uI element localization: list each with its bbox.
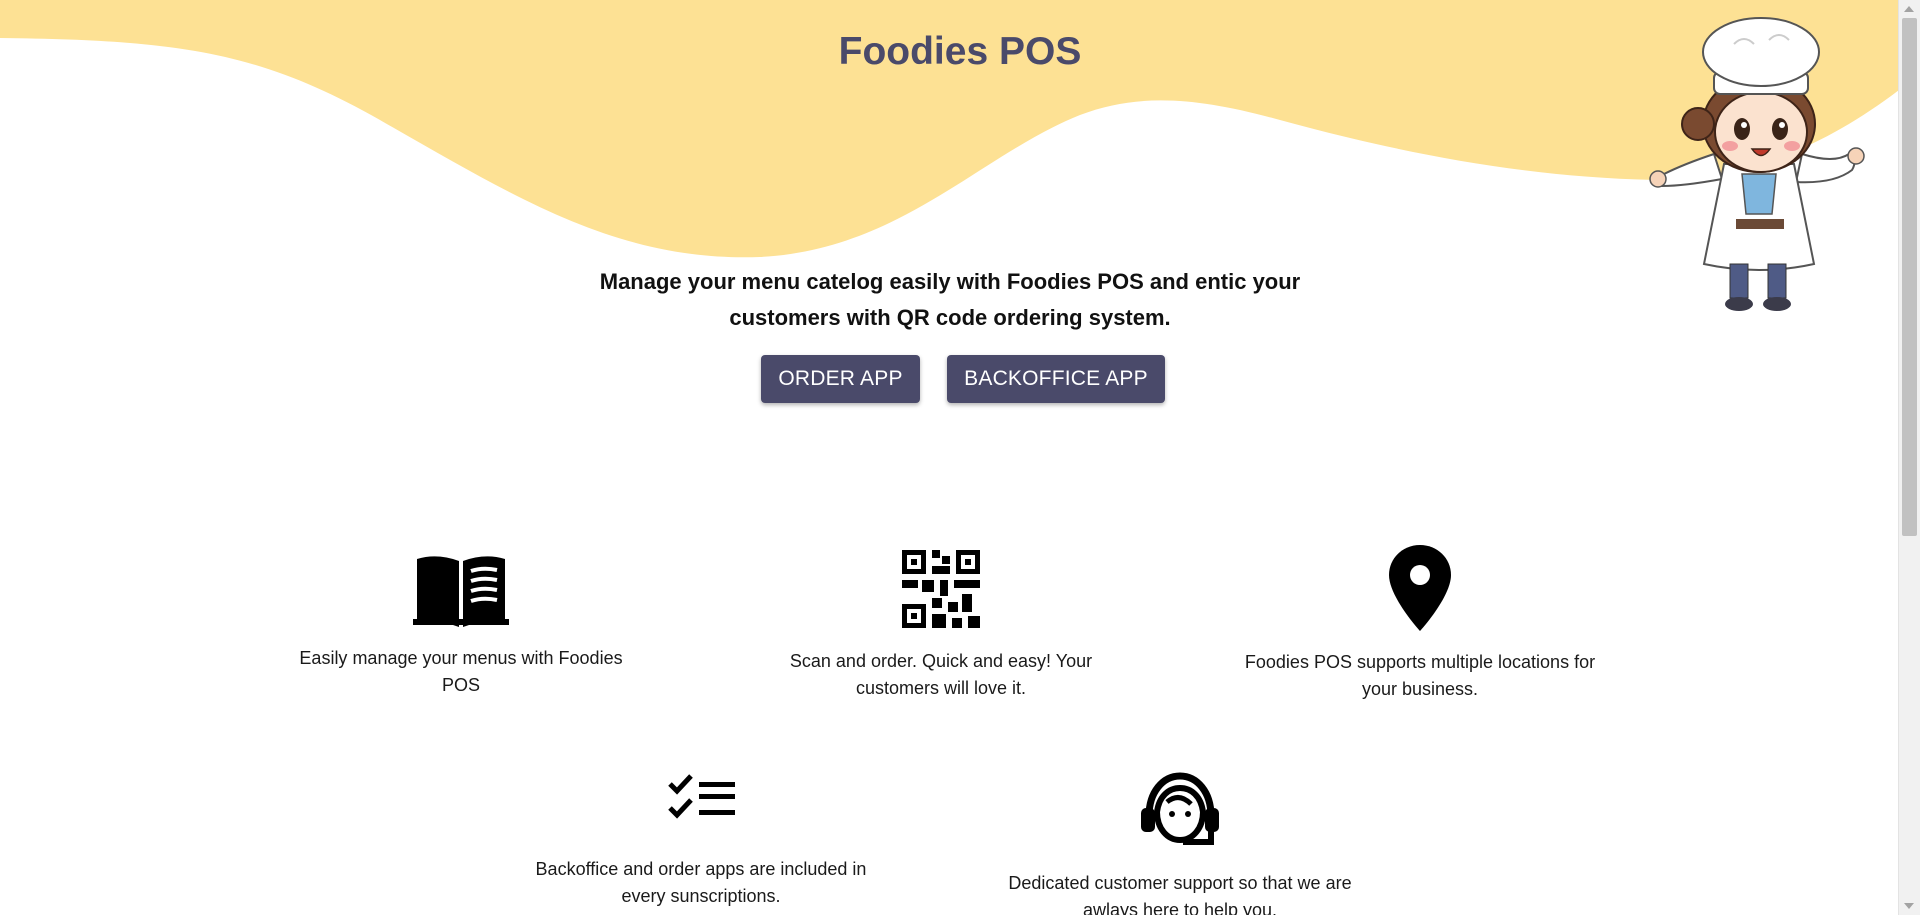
order-app-button[interactable]: ORDER APP	[761, 355, 920, 403]
qr-code-icon	[902, 550, 980, 628]
feature-text: Foodies POS supports multiple locations …	[1244, 652, 1596, 699]
scrollbar-thumb[interactable]	[1902, 18, 1917, 536]
chef-mascot-illustration	[1649, 17, 1865, 311]
vertical-scrollbar[interactable]	[1898, 0, 1920, 915]
menu-book-icon	[413, 556, 509, 627]
feature-customer-support: Dedicated customer support so that we ar…	[990, 772, 1370, 915]
feature-text: Scan and order. Quick and easy! Your cus…	[789, 651, 1093, 698]
location-pin-icon	[1389, 545, 1451, 631]
feature-text: Backoffice and order apps are included i…	[535, 859, 867, 906]
feature-text: Dedicated customer support so that we ar…	[1008, 873, 1352, 915]
checklist-icon	[668, 774, 735, 819]
feature-multiple-locations: Foodies POS supports multiple locations …	[1230, 545, 1610, 703]
feature-qr-ordering: Scan and order. Quick and easy! Your cus…	[766, 550, 1116, 702]
page-title: Foodies POS	[838, 30, 1082, 73]
scroll-down-arrow-icon[interactable]	[1904, 903, 1914, 909]
landing-page: Foodies POS Manage your menu catelog eas…	[0, 0, 1899, 915]
feature-text: Easily manage your menus with Foodies PO…	[299, 648, 623, 695]
backoffice-app-button[interactable]: BACKOFFICE APP	[947, 355, 1165, 403]
feature-included-apps: Backoffice and order apps are included i…	[526, 774, 876, 910]
scroll-up-arrow-icon[interactable]	[1904, 6, 1914, 12]
hero-tagline: Manage your menu catelog easily with Foo…	[599, 269, 1301, 330]
feature-menu-management: Easily manage your menus with Foodies PO…	[286, 553, 636, 699]
support-agent-icon	[1141, 772, 1219, 845]
